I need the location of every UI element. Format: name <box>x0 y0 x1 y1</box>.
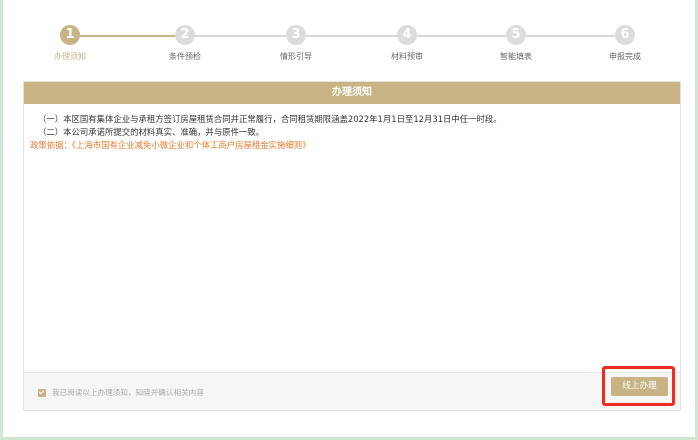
step-number: 5 <box>506 25 526 45</box>
notice-panel: 办理须知 （一）本区国有集体企业与承租方签订房屋租赁合同并正常履行，合同租赁期限… <box>23 81 681 411</box>
step-label: 办理须知 <box>54 52 86 61</box>
step-2[interactable]: 2 条件预检 <box>145 25 225 62</box>
step-number: 1 <box>60 25 80 45</box>
page-frame: 1 办理须知 2 条件预检 3 情形引导 4 材料预审 5 智能填表 6 申报完… <box>0 0 698 440</box>
step-label: 申报完成 <box>609 52 641 61</box>
step-label: 智能填表 <box>500 52 532 61</box>
checkbox-checked-icon[interactable] <box>38 388 46 397</box>
panel-body: （一）本区国有集体企业与承租方签订房屋租赁合同并正常履行，合同租赁期限涵盖202… <box>24 104 680 152</box>
agreement-label: 我已阅读以上办理须知，知晓并确认相关内容 <box>52 388 204 397</box>
step-label: 材料预审 <box>391 52 423 61</box>
online-apply-button[interactable]: 线上办理 <box>611 377 668 396</box>
step-label: 情形引导 <box>280 52 312 61</box>
progress-stepper: 1 办理须知 2 条件预检 3 情形引导 4 材料预审 5 智能填表 6 申报完… <box>3 0 698 70</box>
step-number: 4 <box>397 25 417 45</box>
agreement-checkbox-row[interactable]: 我已阅读以上办理须知，知晓并确认相关内容 <box>38 387 204 398</box>
step-4[interactable]: 4 材料预审 <box>367 25 447 62</box>
step-label: 条件预检 <box>169 52 201 61</box>
notice-item: （一）本区国有集体企业与承租方签订房屋租赁合同并正常履行，合同租赁期限涵盖202… <box>38 114 502 124</box>
step-3[interactable]: 3 情形引导 <box>256 25 336 62</box>
policy-reference-link[interactable]: 政策依据：《上海市国有企业减免小微企业和个体工商户房屋租金实施细则》 <box>30 139 680 152</box>
highlight-box: 线上办理 <box>602 366 675 406</box>
step-number: 3 <box>286 25 306 45</box>
panel-footer: 我已阅读以上办理须知，知晓并确认相关内容 线上办理 <box>24 366 680 410</box>
step-number: 2 <box>175 25 195 45</box>
notice-item: （二）本公司承诺所提交的材料真实、准确，并与原件一致。 <box>38 127 265 137</box>
step-1[interactable]: 1 办理须知 <box>30 25 110 62</box>
step-6[interactable]: 6 申报完成 <box>585 25 665 62</box>
step-number: 6 <box>615 25 635 45</box>
panel-title: 办理须知 <box>24 82 680 104</box>
step-5[interactable]: 5 智能填表 <box>476 25 556 62</box>
